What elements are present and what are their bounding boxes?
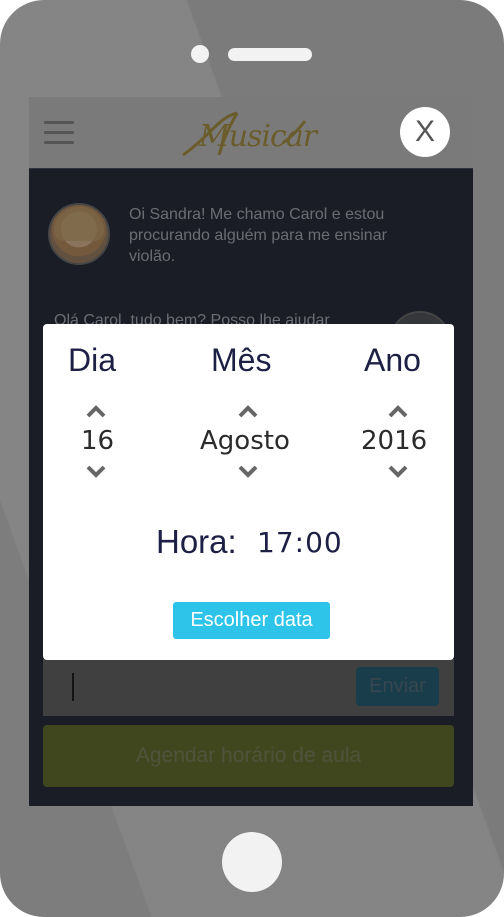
menu-icon[interactable] [44, 121, 74, 145]
earpiece-speaker [228, 48, 312, 61]
year-down-chevron-icon[interactable] [388, 465, 408, 479]
day-value: 16 [81, 426, 115, 456]
hour-label: Hora: [156, 523, 237, 560]
date-picker-modal: Dia 16 Mês Agosto Ano 2016 Hora: 17:00 E… [43, 324, 454, 660]
day-up-chevron-icon[interactable] [86, 404, 106, 418]
year-up-chevron-icon[interactable] [388, 404, 408, 418]
year-value: 2016 [361, 426, 428, 456]
day-label: Dia [68, 342, 117, 378]
logo-text: Musicar [199, 119, 317, 154]
choose-date-button[interactable]: Escolher data [173, 602, 330, 639]
day-down-chevron-icon[interactable] [86, 465, 106, 479]
month-value: Agosto [200, 426, 290, 456]
month-up-chevron-icon[interactable] [238, 404, 258, 418]
hour-value[interactable]: 17:00 [257, 526, 343, 559]
year-label: Ano [364, 342, 421, 378]
close-button[interactable]: X [400, 107, 450, 157]
front-camera [191, 45, 209, 63]
home-button[interactable] [222, 832, 282, 892]
month-down-chevron-icon[interactable] [238, 465, 258, 479]
month-label: Mês [211, 342, 272, 378]
phone-frame: Musicar X Oi Sandra! Me chamo Carol e es… [0, 0, 504, 917]
app-logo: Musicar [179, 107, 317, 163]
app-header: Musicar X [29, 97, 473, 168]
